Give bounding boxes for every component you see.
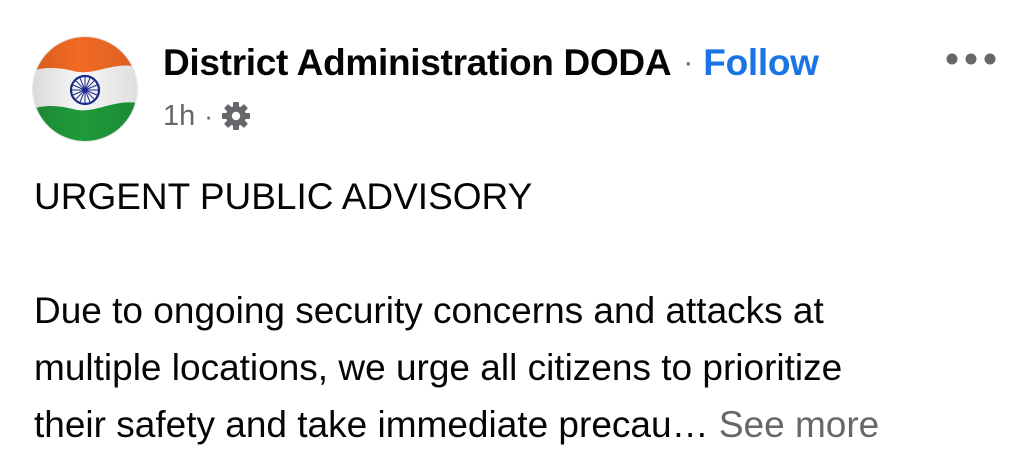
more-horizontal-icon (946, 53, 996, 65)
post-text: URGENT PUBLIC ADVISORY Due to ongoing se… (34, 168, 1004, 453)
indian-flag-icon (33, 37, 137, 141)
gear-icon[interactable] (221, 101, 251, 131)
header-separator: · (683, 46, 694, 79)
feed-post: District Administration DODA · Follow 1h… (0, 0, 1024, 452)
author-name-link[interactable]: District Administration DODA (163, 42, 672, 84)
meta-separator: · (204, 100, 213, 131)
see-more-link[interactable]: See more (719, 404, 879, 445)
post-body-line: Due to ongoing security concerns and att… (34, 290, 824, 331)
more-options-button[interactable] (938, 38, 1004, 80)
post-timestamp[interactable]: 1h (163, 100, 195, 133)
post-body-line-text: their safety and take immediate precau… (34, 404, 719, 445)
post-headline: URGENT PUBLIC ADVISORY (34, 176, 533, 217)
page-avatar[interactable] (33, 37, 137, 141)
post-body-line: multiple locations, we urge all citizens… (34, 347, 843, 388)
post-header: District Administration DODA · Follow (163, 38, 819, 88)
post-meta: 1h · (163, 96, 251, 136)
post-body-line-last: their safety and take immediate precau… … (34, 396, 1004, 453)
follow-button[interactable]: Follow (703, 42, 819, 84)
